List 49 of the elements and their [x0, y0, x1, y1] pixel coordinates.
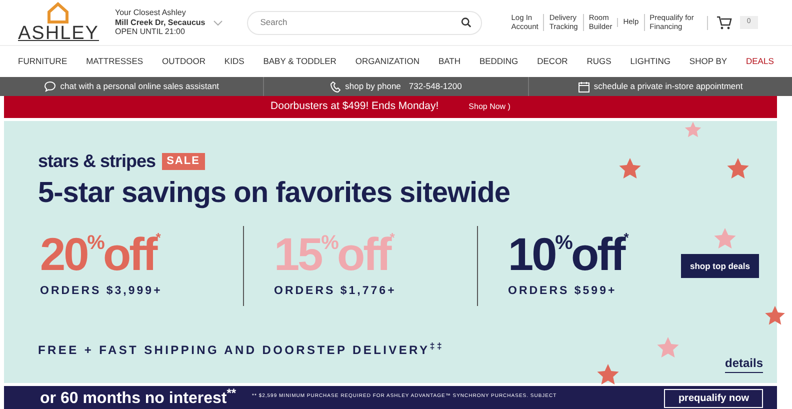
brand-title: stars & stripes	[38, 150, 156, 173]
star-icon	[618, 157, 642, 181]
chat-icon	[44, 81, 56, 92]
logo[interactable]: ASHLEY	[18, 24, 99, 43]
star-icon	[764, 305, 786, 327]
shop-now-link[interactable]: Shop Now )	[468, 101, 510, 113]
nav-link-item[interactable]: SHOP BY	[689, 55, 728, 68]
phone-icon	[330, 80, 342, 92]
prequalify-button[interactable]: prequalify now	[664, 389, 763, 408]
search-icon[interactable]	[460, 17, 472, 28]
house-icon	[46, 2, 70, 24]
calendar-icon	[578, 80, 590, 92]
details-link[interactable]: details	[724, 354, 763, 373]
service-link[interactable]: chat with a personal online sales assistant	[60, 80, 220, 93]
search-input[interactable]: Search	[258, 15, 461, 30]
service-link[interactable]: schedule a private in-store appointment	[594, 80, 743, 93]
store-name: Mill Creek Dr, Secaucus	[114, 18, 206, 28]
shop-deals-button[interactable]: shop top deals	[681, 254, 759, 278]
star-icon	[726, 157, 750, 181]
search-field[interactable]: Search	[247, 10, 482, 34]
order-threshold: ORDERS $1,776+	[274, 284, 398, 300]
service-link[interactable]: shop by phone	[345, 80, 401, 93]
star-icon	[656, 336, 680, 360]
phone-number: 732-548-1200	[408, 80, 462, 93]
nav-link-item[interactable]: ORGANIZATION	[355, 55, 420, 68]
star-icon	[684, 121, 702, 139]
star-icon	[713, 227, 737, 251]
shipping-text: FREE + FAST SHIPPING AND DOORSTEP DELIVERY$^{‡‡}$	[38, 340, 444, 359]
order-threshold: ORDERS $3,999+	[40, 284, 164, 300]
nav-link-item[interactable]: LIGHTING	[630, 55, 670, 68]
nav-link-item[interactable]: RUGS	[586, 55, 612, 68]
store-label: Your Closest Ashley	[114, 8, 187, 18]
nav-link-item[interactable]: BATH	[438, 55, 460, 68]
nav-link-item[interactable]: DECOR	[537, 55, 568, 68]
nav-link-item[interactable]: DEALS	[746, 55, 774, 68]
nav-link-item[interactable]: BABY & TODDLER	[263, 55, 336, 68]
promo-headline: 5-star savings on favorites sitewide	[38, 178, 511, 210]
cart-icon[interactable]	[716, 16, 732, 30]
nav-link-item[interactable]: MATTRESSES	[86, 55, 144, 68]
sale-tag: SALE	[162, 153, 205, 170]
nav-link-item[interactable]: KIDS	[224, 55, 244, 68]
store-hours: OPEN UNTIL 21:00	[114, 27, 186, 37]
nav-link-item[interactable]: BEDDING	[479, 55, 518, 68]
alert-text: Doorbusters at $499! Ends Monday!	[270, 99, 439, 114]
nav-link-item[interactable]: OUTDOOR	[162, 55, 206, 68]
financing-headline: or 60 months no interest$^{**}$	[40, 389, 236, 408]
nav-link-item[interactable]: FURNITURE	[18, 55, 68, 68]
order-threshold: ORDERS $599+	[508, 284, 618, 300]
star-icon	[596, 363, 620, 387]
